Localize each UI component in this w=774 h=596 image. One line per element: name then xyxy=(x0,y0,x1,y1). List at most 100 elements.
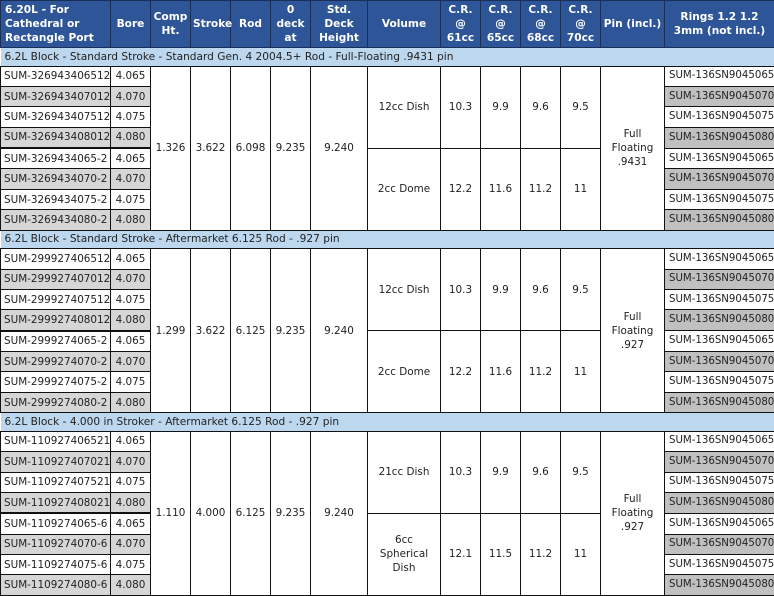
header-cr-70: C.R. @ 70cc xyxy=(560,0,601,48)
bore-value: 4.065 xyxy=(110,512,151,535)
cr-65-value: 9.9 xyxy=(480,430,521,514)
comp-ht-value: 1.110 xyxy=(150,430,191,596)
bore-value: 4.065 xyxy=(110,147,151,170)
ring-part-number: SUM-136SN9045065 xyxy=(664,512,774,535)
section-header-row: 6.2L Block - 4.000 in Stroker - Aftermar… xyxy=(0,412,774,432)
piston-spec-table: 6.20L - For Cathedral or Rectangle Port … xyxy=(0,0,774,596)
ring-part-number: SUM-136SN9045065 xyxy=(664,330,774,353)
cr-61-value: 12.2 xyxy=(440,147,481,231)
ring-part-number: SUM-136SN9045080 xyxy=(664,491,774,514)
stroke-value: 4.000 xyxy=(190,430,231,596)
header-bore: Bore xyxy=(110,0,151,48)
cr-68-value: 9.6 xyxy=(520,430,561,514)
ring-part-number: SUM-136SN9045080 xyxy=(664,574,774,596)
volume-value: 6cc Spherical Dish xyxy=(367,512,441,596)
part-number: SUM-3269434080-2 xyxy=(0,209,111,231)
header-zero-deck: 0 deck at xyxy=(270,0,311,48)
part-number: SUM-3269434075-2 xyxy=(0,188,111,211)
part-number: SUM-1109274065-6 xyxy=(0,512,111,535)
header-row: 6.20L - For Cathedral or Rectangle Port … xyxy=(0,0,774,48)
ring-part-number: SUM-136SN9045070 xyxy=(664,533,774,556)
cr-70-value: 11 xyxy=(560,512,601,596)
bore-value: 4.075 xyxy=(110,554,151,576)
cr-61-value: 10.3 xyxy=(440,65,481,149)
table-row: SUM-326943406512 4.065 1.326 3.622 6.098 9.23… xyxy=(0,65,774,231)
rod-value: 6.125 xyxy=(230,430,271,596)
section-title: 6.2L Block - 4.000 in Stroker - Aftermar… xyxy=(0,412,774,432)
ring-part-number: SUM-136SN9045065 xyxy=(664,147,774,170)
header-volume: Volume xyxy=(367,0,441,48)
table-row: SUM-299927406512 4.065 1.299 3.622 6.125 9.23… xyxy=(0,248,774,414)
ring-part-number: SUM-136SN9045070 xyxy=(664,351,774,373)
ring-part-number: SUM-136SN9045065 xyxy=(664,65,774,87)
ring-part-number: SUM-136SN9045075 xyxy=(664,371,774,393)
bore-value: 4.075 xyxy=(110,106,151,128)
ring-part-number: SUM-136SN9045075 xyxy=(664,288,774,311)
bore-value: 4.070 xyxy=(110,168,151,190)
ring-part-number: SUM-136SN9045065 xyxy=(664,248,774,270)
rod-value: 6.125 xyxy=(230,248,271,414)
ring-part-number: SUM-136SN9045075 xyxy=(664,106,774,128)
cr-61-value: 10.3 xyxy=(440,430,481,514)
section-header-row: 6.2L Block - Standard Stroke - Aftermark… xyxy=(0,229,774,250)
bore-value: 4.075 xyxy=(110,188,151,211)
stroke-value: 3.622 xyxy=(190,65,231,231)
part-number: SUM-110927406521 xyxy=(0,430,111,453)
bore-value: 4.080 xyxy=(110,309,151,332)
volume-value: 2cc Dome xyxy=(367,330,441,414)
volume-value: 12cc Dish xyxy=(367,248,441,332)
ring-part-number: SUM-136SN9045080 xyxy=(664,126,774,149)
bore-value: 4.065 xyxy=(110,65,151,87)
part-number: SUM-1109274080-6 xyxy=(0,574,111,596)
pin-value: Full Floating .9431 xyxy=(600,65,665,231)
header-std-deck: Std. Deck Height xyxy=(310,0,368,48)
ring-part-number: SUM-136SN9045070 xyxy=(664,85,774,108)
std-deck-value: 9.240 xyxy=(310,65,368,231)
cr-68-value: 11.2 xyxy=(520,512,561,596)
part-number: SUM-299927407512 xyxy=(0,288,111,311)
ring-part-number: SUM-136SN9045080 xyxy=(664,209,774,231)
bore-value: 4.075 xyxy=(110,371,151,393)
zero-deck-value: 9.235 xyxy=(270,248,311,414)
cr-65-value: 11.5 xyxy=(480,512,521,596)
part-number: SUM-3269434070-2 xyxy=(0,168,111,190)
part-number: SUM-2999274080-2 xyxy=(0,391,111,414)
table-body: 6.2L Block - Standard Stroke - Standard … xyxy=(0,47,774,596)
bore-value: 4.070 xyxy=(110,85,151,108)
header-cr-65: C.R. @ 65cc xyxy=(480,0,521,48)
ring-part-number: SUM-136SN9045070 xyxy=(664,268,774,290)
header-cr-61: C.R. @ 61cc xyxy=(440,0,481,48)
header-part: 6.20L - For Cathedral or Rectangle Port xyxy=(0,0,111,48)
part-number: SUM-110927407021 xyxy=(0,451,111,473)
part-number: SUM-326943408012 xyxy=(0,126,111,149)
pin-value: Full Floating .927 xyxy=(600,430,665,596)
header-rings: Rings 1.2 1.2 3mm (not incl.) xyxy=(664,0,774,48)
volume-value: 12cc Dish xyxy=(367,65,441,149)
ring-part-number: SUM-136SN9045075 xyxy=(664,471,774,493)
ring-part-number: SUM-136SN9045070 xyxy=(664,451,774,473)
bore-value: 4.080 xyxy=(110,491,151,514)
header-cr-68: C.R. @ 68cc xyxy=(520,0,561,48)
section-title: 6.2L Block - Standard Stroke - Aftermark… xyxy=(0,229,774,250)
part-number: SUM-1109274070-6 xyxy=(0,533,111,556)
cr-70-value: 11 xyxy=(560,147,601,231)
part-number: SUM-1109274075-6 xyxy=(0,554,111,576)
volume-value: 21cc Dish xyxy=(367,430,441,514)
cr-70-value: 9.5 xyxy=(560,248,601,332)
zero-deck-value: 9.235 xyxy=(270,430,311,596)
cr-65-value: 9.9 xyxy=(480,248,521,332)
ring-part-number: SUM-136SN9045080 xyxy=(664,391,774,414)
part-number: SUM-299927407012 xyxy=(0,268,111,290)
table-row: SUM-110927406521 4.065 1.110 4.000 6.125 9.23… xyxy=(0,430,774,596)
ring-part-number: SUM-136SN9045075 xyxy=(664,188,774,211)
bore-value: 4.075 xyxy=(110,471,151,493)
section-header-row: 6.2L Block - Standard Stroke - Standard … xyxy=(0,47,774,67)
bore-value: 4.080 xyxy=(110,391,151,414)
part-number: SUM-299927406512 xyxy=(0,248,111,270)
std-deck-value: 9.240 xyxy=(310,430,368,596)
bore-value: 4.065 xyxy=(110,248,151,270)
cr-65-value: 11.6 xyxy=(480,330,521,414)
section-title: 6.2L Block - Standard Stroke - Standard … xyxy=(0,47,774,67)
bore-value: 4.075 xyxy=(110,288,151,311)
ring-part-number: SUM-136SN9045070 xyxy=(664,168,774,190)
